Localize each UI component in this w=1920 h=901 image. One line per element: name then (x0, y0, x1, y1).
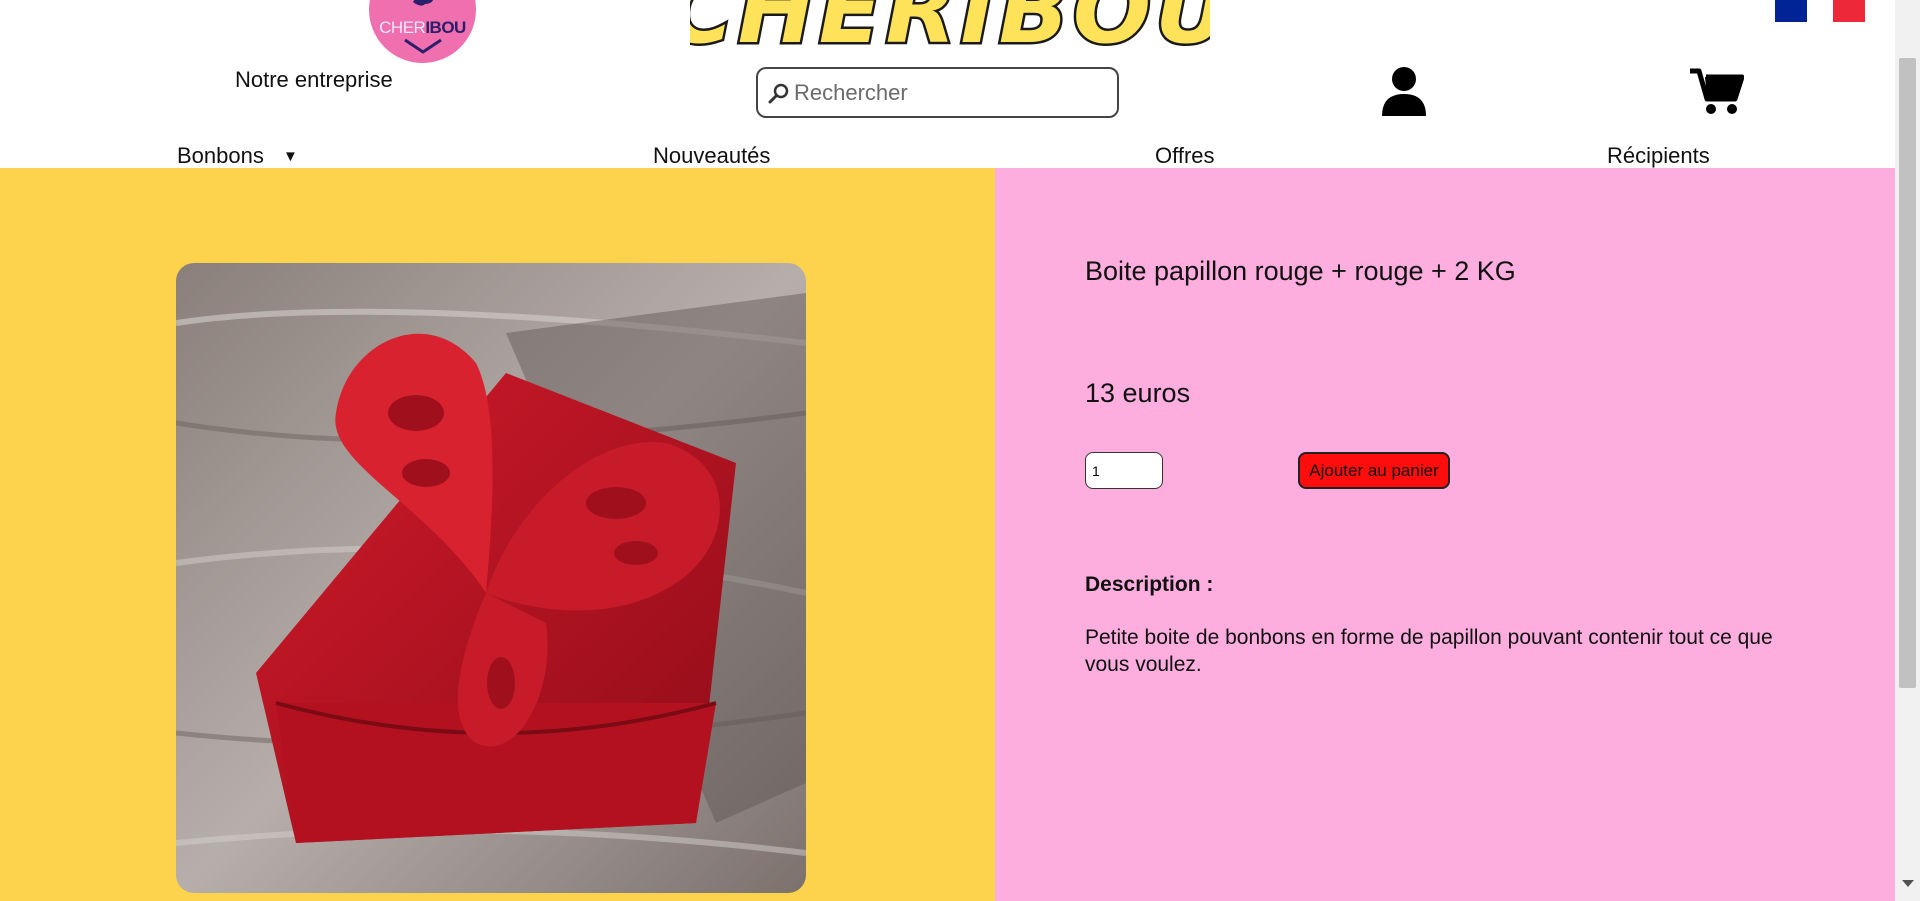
add-to-cart-button[interactable]: Ajouter au panier (1298, 452, 1450, 489)
search-input[interactable] (794, 77, 1104, 109)
flag-fr-icon[interactable] (1833, 0, 1865, 22)
scroll-down-arrow-icon[interactable] (1902, 880, 1914, 887)
brand-title-logo: CHERIBOU (690, 0, 1210, 50)
logo-badge[interactable]: CHERIBOU (369, 0, 476, 63)
search-box[interactable] (756, 67, 1119, 118)
scrollbar-thumb[interactable] (1899, 58, 1916, 688)
logo-text: CHERIBOU (379, 18, 466, 37)
user-icon[interactable] (1380, 66, 1428, 116)
description-text: Petite boite de bonbons en forme de papi… (1085, 626, 1773, 676)
description-heading: Description : (1085, 573, 1214, 596)
search-icon (768, 83, 789, 104)
product-image (176, 263, 806, 893)
company-link[interactable]: Notre entreprise (235, 67, 393, 93)
nav-item-nouveautes[interactable]: Nouveautés (653, 143, 770, 169)
svg-text:CHERIBOU: CHERIBOU (690, 0, 1210, 50)
nav-item-recipients[interactable]: Récipients (1607, 143, 1710, 169)
nav-item-offres[interactable]: Offres (1155, 143, 1215, 169)
scrollbar[interactable] (1895, 0, 1920, 901)
product-name: Boite papillon rouge + rouge + 2 KG (1085, 256, 1516, 286)
nav-item-bonbons[interactable]: Bonbons (177, 143, 264, 169)
product-price: 13 euros (1085, 378, 1191, 408)
shopping-cart-icon[interactable] (1690, 67, 1744, 115)
flag-fr-icon[interactable] (1775, 0, 1807, 22)
quantity-input[interactable] (1085, 452, 1163, 489)
page: CHERIBOU CHERIBOU Notre entreprise Bonbo… (0, 0, 1895, 901)
chevron-down-icon[interactable]: ▼ (283, 148, 298, 165)
